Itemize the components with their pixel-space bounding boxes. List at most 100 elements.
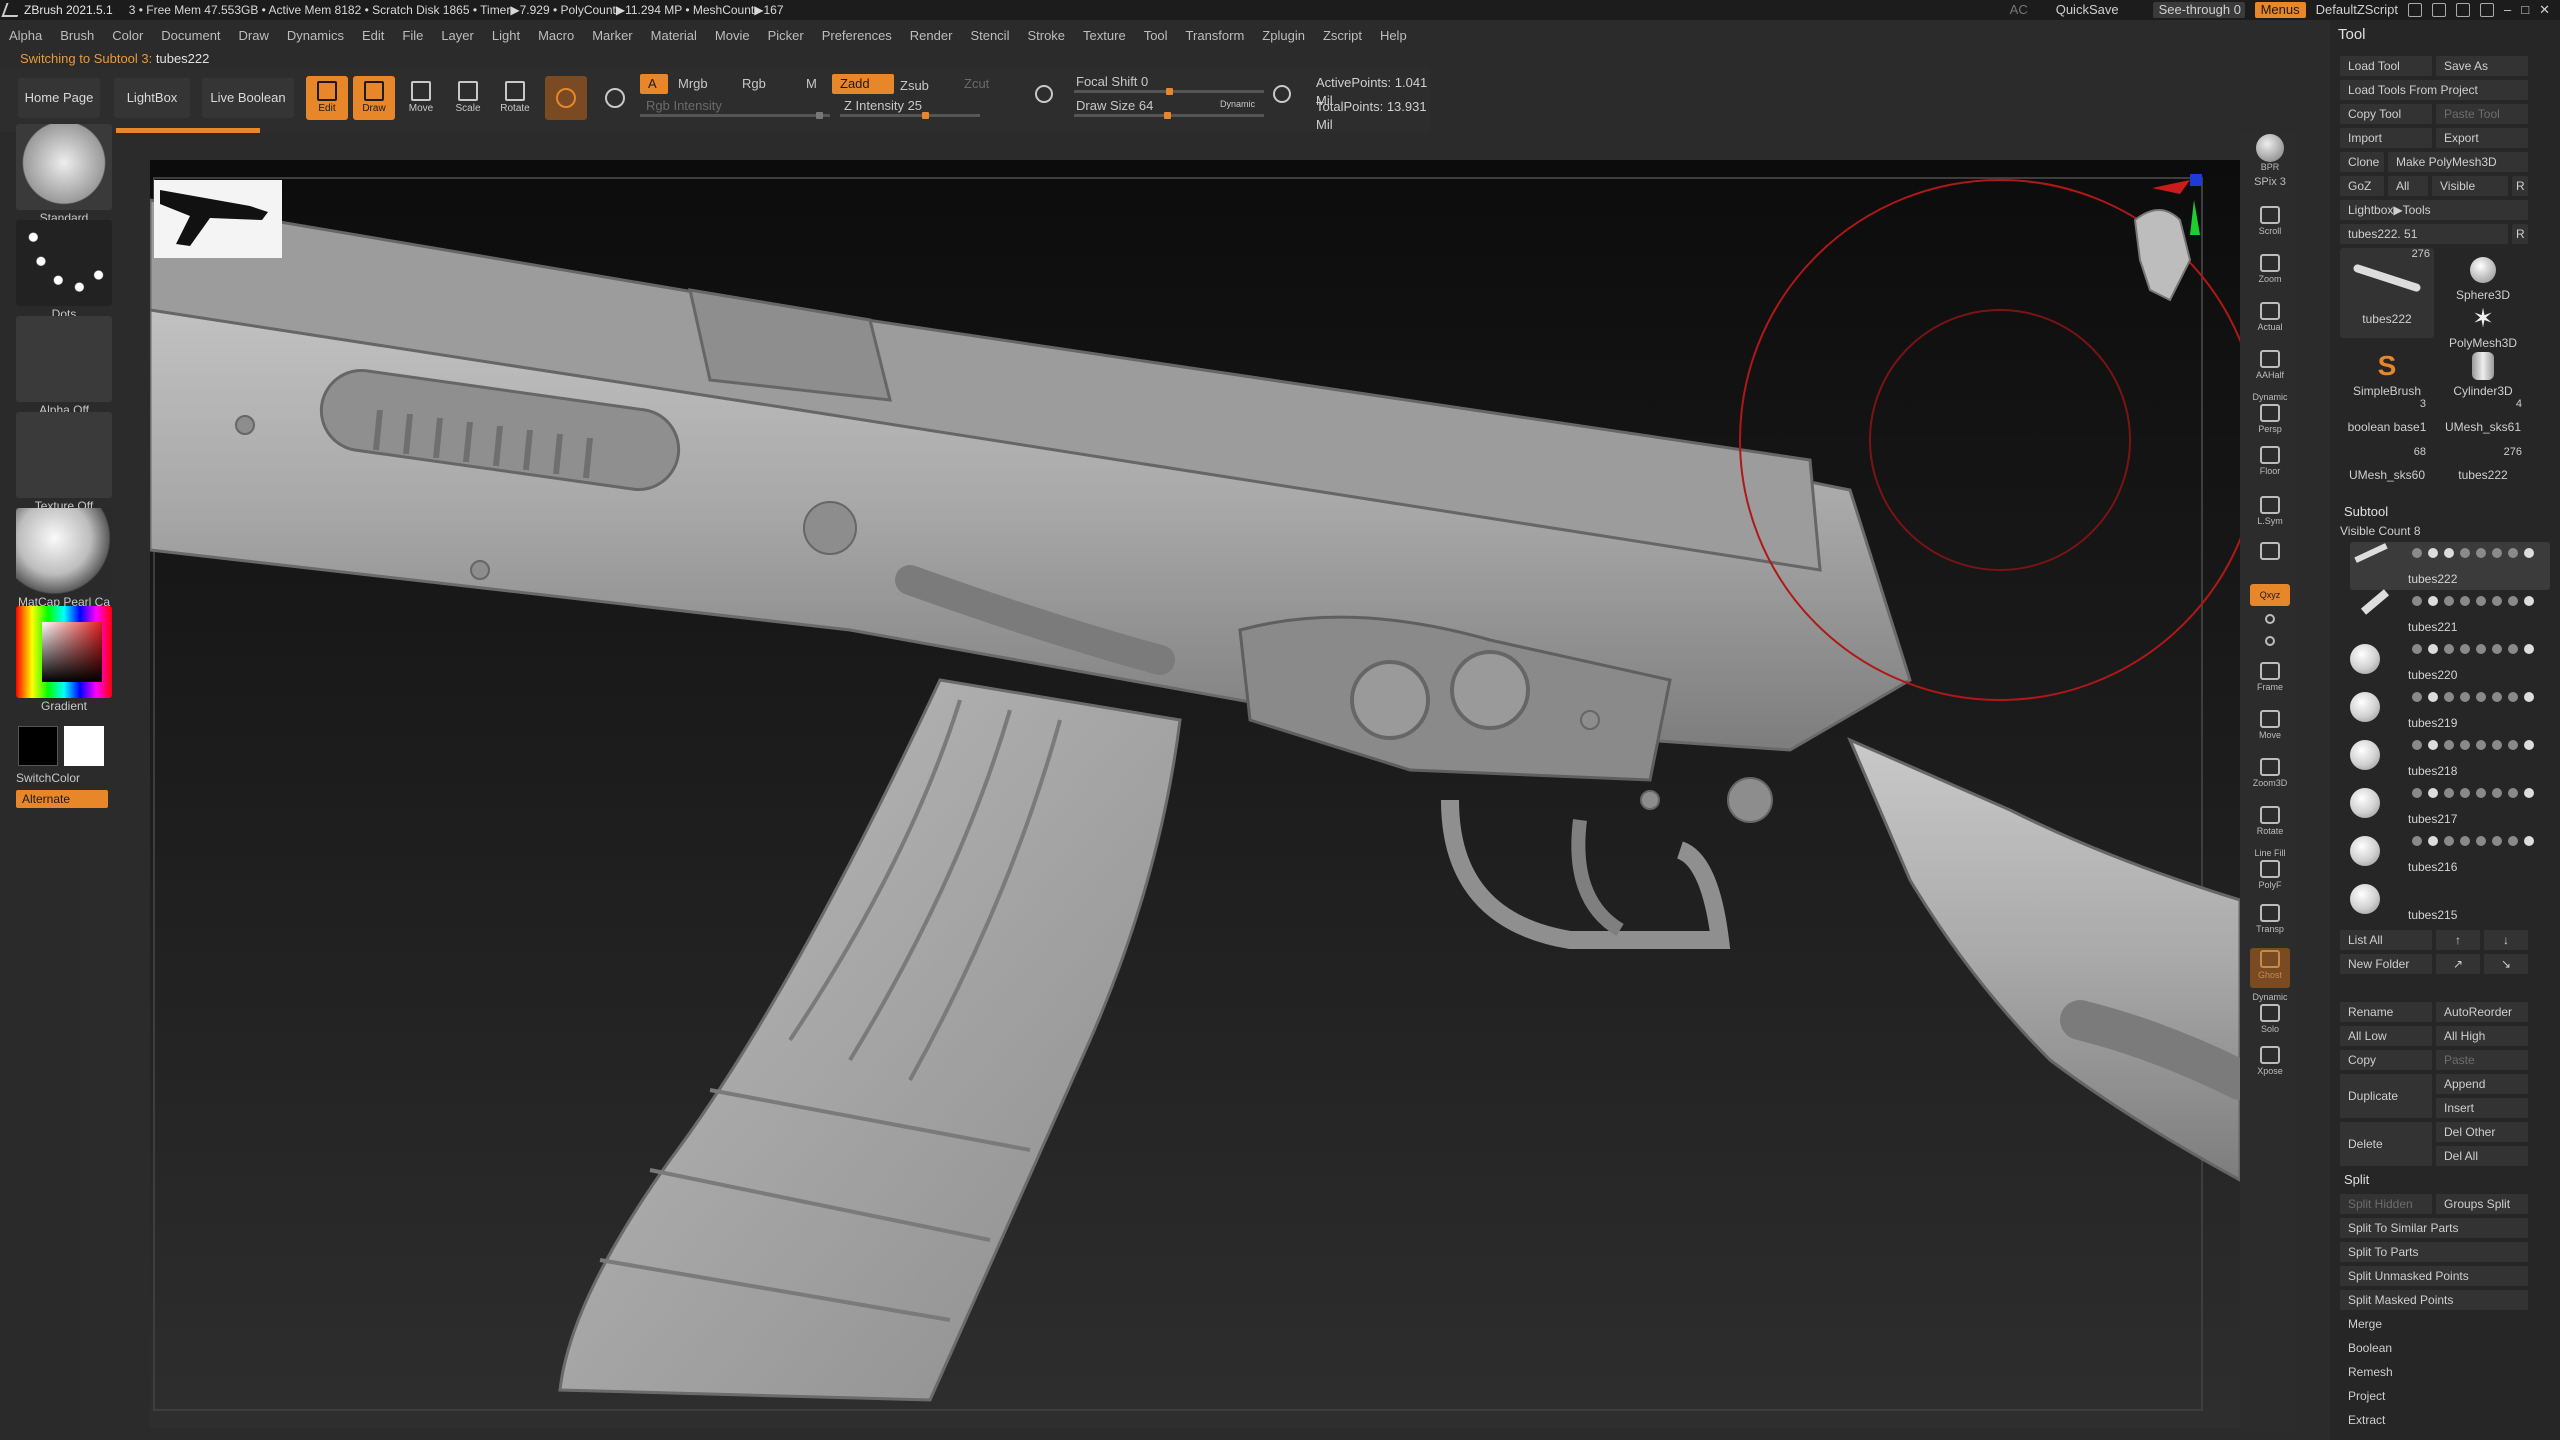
floor-button[interactable]: Floor [2250, 444, 2290, 484]
split-to-parts-button[interactable]: Split To Parts [2340, 1242, 2528, 1262]
alpha-slot[interactable]: Alpha Off [16, 316, 112, 418]
menu-render[interactable]: Render [901, 26, 962, 46]
all-high-button[interactable]: All High [2436, 1026, 2528, 1046]
actual-button[interactable]: Actual [2250, 300, 2290, 340]
tool-thumb-boolean-base1[interactable]: 3 boolean base1 [2340, 398, 2434, 434]
edit-button[interactable]: Edit [306, 76, 348, 120]
clone-button[interactable]: Clone [2340, 152, 2384, 172]
load-tools-from-project-button[interactable]: Load Tools From Project [2340, 80, 2528, 100]
menu-texture[interactable]: Texture [1074, 26, 1135, 46]
menu-preferences[interactable]: Preferences [813, 26, 901, 46]
live-boolean-button[interactable]: Live Boolean [202, 78, 294, 118]
menu-dynamics[interactable]: Dynamics [278, 26, 353, 46]
draw-size-slider[interactable]: Draw Size 64 [1068, 96, 1161, 116]
see-through-slider[interactable]: See-through 0 [2152, 2, 2245, 18]
help-icon[interactable] [2408, 3, 2422, 17]
save-as-button[interactable]: Save As [2436, 56, 2528, 76]
bpr-button[interactable]: BPR [2250, 132, 2290, 172]
mrgb-toggle[interactable]: Mrgb [670, 74, 716, 94]
extract-section[interactable]: Extract [2340, 1410, 2528, 1430]
brush-thumbnail[interactable] [16, 124, 112, 210]
new-folder-button[interactable]: New Folder [2340, 954, 2432, 974]
load-tool-button[interactable]: Load Tool [2340, 56, 2432, 76]
scroll-button[interactable]: Scroll [2250, 204, 2290, 244]
menu-edit[interactable]: Edit [353, 26, 393, 46]
menu-material[interactable]: Material [642, 26, 706, 46]
subtool-item[interactable]: tubes217 [2350, 782, 2550, 830]
rgb-intensity-knob[interactable] [816, 112, 823, 119]
navigator-thumbnail[interactable] [154, 180, 282, 258]
menu-tool[interactable]: Tool [1135, 26, 1177, 46]
all-low-button[interactable]: All Low [2340, 1026, 2432, 1046]
aahalf-button[interactable]: AAHalf [2250, 348, 2290, 388]
folder-up-button[interactable]: ↗ [2436, 954, 2480, 974]
material-thumbnail[interactable] [16, 508, 112, 594]
scale-button[interactable]: Scale [447, 76, 489, 120]
current-tool-slider[interactable]: tubes222. 51 [2340, 224, 2508, 244]
menu-help[interactable]: Help [1371, 26, 1416, 46]
goz-button[interactable]: GoZ [2340, 176, 2384, 196]
rotate-view-button[interactable]: Rotate [2250, 804, 2290, 844]
subtool-controls[interactable] [2412, 596, 2542, 606]
z-intensity-track[interactable] [840, 112, 980, 119]
folder-down-button[interactable]: ↘ [2484, 954, 2528, 974]
maximize-icon[interactable]: □ [2521, 0, 2529, 20]
menu-zplugin[interactable]: Zplugin [1253, 26, 1314, 46]
split-masked-points-button[interactable]: Split Masked Points [2340, 1290, 2528, 1310]
del-all-button[interactable]: Del All [2436, 1146, 2528, 1166]
subtool-item[interactable]: tubes216 [2350, 830, 2550, 878]
move-button[interactable]: Move [400, 76, 442, 120]
menu-alpha[interactable]: Alpha [0, 26, 51, 46]
tool-thumb-polymesh3d[interactable]: ✶ PolyMesh3D [2436, 300, 2530, 350]
subtool-controls[interactable] [2412, 836, 2542, 846]
move-down-button[interactable]: ↓ [2484, 930, 2528, 950]
move-view-button[interactable]: Move [2250, 708, 2290, 748]
subtool-item[interactable]: tubes221 [2350, 589, 2550, 638]
ghost-button[interactable]: Ghost [2250, 948, 2290, 988]
copy-tool-button[interactable]: Copy Tool [2340, 104, 2432, 124]
list-all-button[interactable]: List All [2340, 930, 2432, 950]
palette-icon[interactable] [2456, 3, 2470, 17]
draw-size-knob[interactable] [1164, 112, 1171, 119]
color-swatches[interactable] [16, 722, 112, 770]
subtool-item[interactable]: tubes219 [2350, 686, 2550, 734]
lsym-button[interactable]: L.Sym [2250, 494, 2290, 534]
color-gradient-square[interactable] [16, 606, 112, 698]
tool-thumb-cylinder3d[interactable]: Cylinder3D [2436, 348, 2530, 398]
menu-macro[interactable]: Macro [529, 26, 583, 46]
menu-movie[interactable]: Movie [706, 26, 759, 46]
transp-button[interactable]: Transp [2250, 902, 2290, 942]
draw-size-mode-button[interactable] [1268, 80, 1296, 114]
menu-transform[interactable]: Transform [1177, 26, 1254, 46]
layout-icon[interactable] [2432, 3, 2446, 17]
subtool-controls[interactable] [2412, 548, 2542, 558]
subtool-controls[interactable] [2412, 644, 2542, 654]
menu-light[interactable]: Light [483, 26, 529, 46]
zoom-button[interactable]: Zoom [2250, 252, 2290, 292]
alternate-button[interactable]: Alternate [16, 790, 108, 808]
lightbox-button[interactable]: LightBox [114, 78, 190, 118]
split-hidden-button[interactable]: Split Hidden [2340, 1194, 2432, 1214]
groups-split-button[interactable]: Groups Split [2436, 1194, 2528, 1214]
brush-slot[interactable]: Standard [16, 124, 112, 226]
make-polymesh3d-button[interactable]: Make PolyMesh3D [2388, 152, 2528, 172]
menu-marker[interactable]: Marker [583, 26, 641, 46]
paste-button[interactable]: Paste [2436, 1050, 2528, 1070]
draw-size-track[interactable] [1074, 112, 1264, 119]
current-tool-r-button[interactable]: R [2512, 224, 2528, 244]
delete-button[interactable]: Delete [2340, 1122, 2432, 1166]
spix-slider[interactable]: SPix 3 [2250, 176, 2290, 198]
material-slot[interactable]: MatCap Pearl Ca [16, 508, 112, 610]
split-unmasked-points-button[interactable]: Split Unmasked Points [2340, 1266, 2528, 1286]
rotate-z-button[interactable] [2250, 632, 2290, 652]
minimize-icon[interactable]: – [2504, 0, 2511, 20]
subtool-item[interactable]: tubes215 [2350, 878, 2550, 926]
menus-button[interactable]: Menus [2254, 2, 2306, 18]
tool-thumb-sphere3d[interactable]: Sphere3D [2436, 252, 2530, 302]
subtool-controls[interactable] [2412, 788, 2542, 798]
goz-visible-button[interactable]: Visible [2432, 176, 2508, 196]
close-icon[interactable]: ✕ [2539, 0, 2550, 20]
color-picker[interactable]: Gradient [16, 606, 112, 714]
viewport-render[interactable] [150, 160, 2240, 1428]
lock-button[interactable] [2250, 540, 2290, 580]
